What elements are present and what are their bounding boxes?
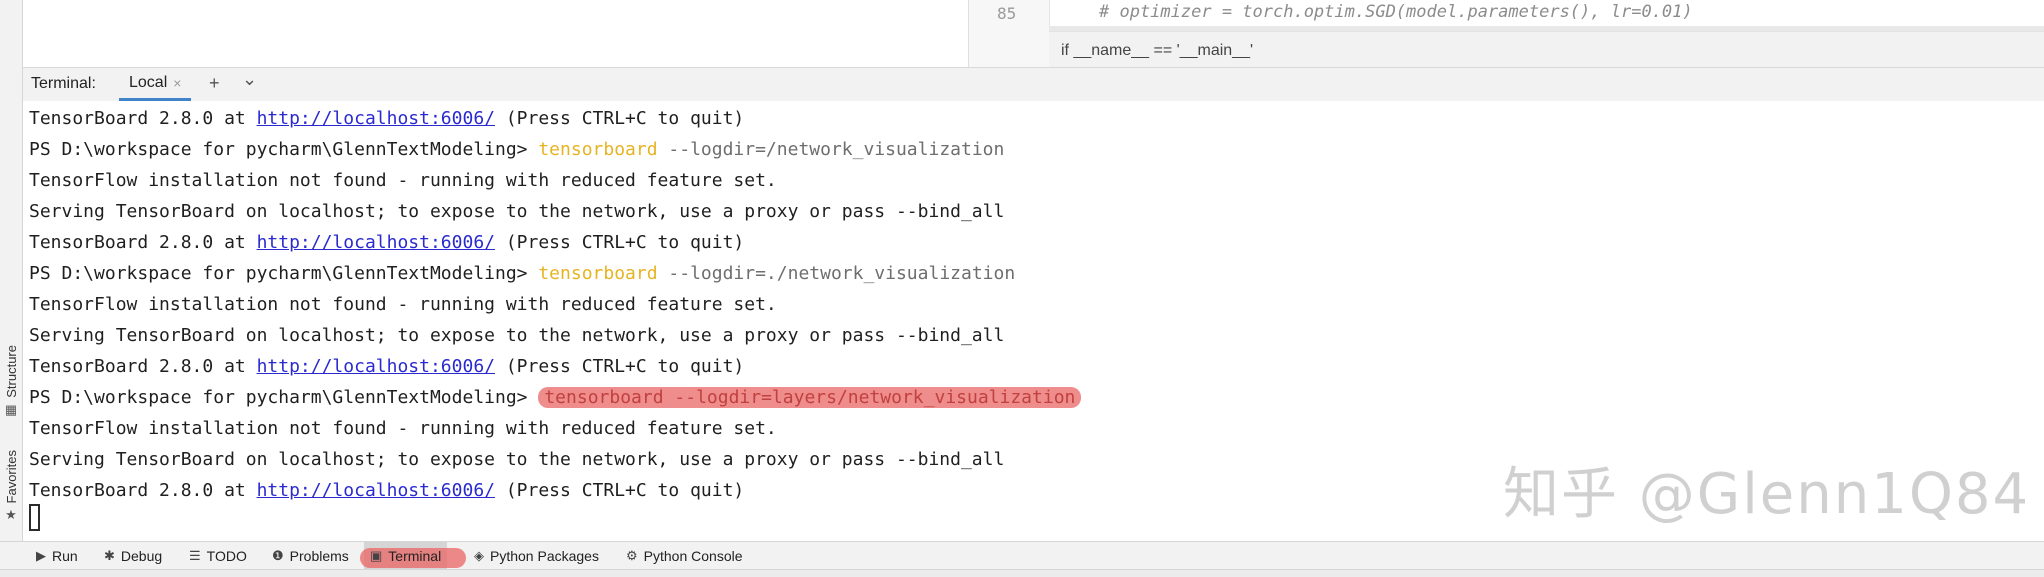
serve-suffix: (Press CTRL+C to quit): [495, 108, 745, 129]
add-tab-button[interactable]: +: [209, 73, 220, 94]
favorites-label: Favorites: [3, 450, 19, 504]
favorites-tab[interactable]: Favorites ★: [0, 450, 22, 523]
watermark: 知乎 @Glenn1Q84: [1503, 462, 2031, 527]
terminal-output[interactable]: TensorBoard 2.8.0 at http://localhost:60…: [23, 101, 2044, 541]
tab-local-label: Local: [129, 74, 168, 91]
breadcrumb[interactable]: if __name__ == '__main__': [1061, 42, 1253, 60]
localhost-link[interactable]: http://localhost:6006/: [257, 356, 495, 377]
todo-button[interactable]: ☰ TODO: [183, 542, 253, 570]
terminal-line: Serving TensorBoard on localhost; to exp…: [29, 196, 1004, 227]
serve-suffix: (Press CTRL+C to quit): [495, 232, 745, 253]
terminal-label: Terminal: [388, 548, 442, 564]
command-name: tensorboard: [538, 139, 658, 160]
serve-prefix: TensorBoard 2.8.0 at: [29, 108, 257, 129]
terminal-line: TensorBoard 2.8.0 at http://localhost:60…: [29, 351, 744, 382]
output-text: TensorFlow installation not found - runn…: [29, 294, 777, 315]
structure-tab[interactable]: Structure ▦: [0, 345, 22, 418]
run-label: Run: [52, 548, 78, 564]
command-name: tensorboard: [538, 263, 658, 284]
left-tool-strip: Structure ▦ Favorites ★: [0, 0, 23, 576]
serve-prefix: TensorBoard 2.8.0 at: [29, 232, 257, 253]
editor-right-pane[interactable]: 85 # optimizer = torch.optim.SGD(model.p…: [968, 0, 2044, 68]
serve-suffix: (Press CTRL+C to quit): [495, 480, 745, 501]
localhost-link[interactable]: http://localhost:6006/: [257, 108, 495, 129]
python-packages-button[interactable]: ◈ Python Packages: [468, 542, 605, 570]
terminal-line: TensorFlow installation not found - runn…: [29, 413, 777, 444]
terminal-header: Terminal: Local × + ⌄: [23, 67, 2044, 102]
python-console-button[interactable]: ⚙ Python Console: [620, 542, 749, 570]
command-args: --logdir=/network_visualization: [657, 139, 1005, 160]
highlighted-command: tensorboard --logdir=layers/network_visu…: [538, 387, 1082, 408]
breadcrumb-bar: if __name__ == '__main__': [1049, 31, 2044, 68]
chevron-down-icon[interactable]: ⌄: [242, 69, 257, 90]
command: tensorboard --logdir=/network_visualizat…: [538, 139, 1004, 160]
terminal-line: PS D:\workspace for pycharm\GlennTextMod…: [29, 382, 1082, 413]
terminal-line: TensorFlow installation not found - runn…: [29, 165, 777, 196]
terminal-cursor[interactable]: [29, 504, 40, 531]
command: tensorboard --logdir=./network_visualiza…: [538, 263, 1015, 284]
output-text: TensorFlow installation not found - runn…: [29, 418, 777, 439]
todo-label: TODO: [206, 548, 247, 564]
terminal-line: TensorBoard 2.8.0 at http://localhost:60…: [29, 103, 744, 134]
line-number: 85: [997, 4, 1017, 23]
structure-icon: ▦: [4, 401, 18, 417]
editor-left-pane: [23, 0, 967, 67]
problems-button[interactable]: ❶ Problems: [266, 542, 355, 570]
output-text: Serving TensorBoard on localhost; to exp…: [29, 449, 1005, 470]
structure-label: Structure: [3, 345, 19, 398]
layers-icon: ◈: [474, 548, 484, 563]
terminal-line: TensorBoard 2.8.0 at http://localhost:60…: [29, 475, 744, 506]
terminal-line: Serving TensorBoard on localhost; to exp…: [29, 444, 1004, 475]
python-console-label: Python Console: [643, 548, 743, 564]
command-args: --logdir=layers/network_visualization: [663, 387, 1076, 408]
list-icon: ☰: [189, 548, 201, 563]
editor-area: 85 # optimizer = torch.optim.SGD(model.p…: [23, 0, 2044, 68]
serve-prefix: TensorBoard 2.8.0 at: [29, 356, 257, 377]
play-icon: ▶: [36, 548, 46, 563]
localhost-link[interactable]: http://localhost:6006/: [257, 480, 495, 501]
python-packages-label: Python Packages: [490, 548, 599, 564]
command-name: tensorboard: [544, 387, 664, 408]
localhost-link[interactable]: http://localhost:6006/: [257, 232, 495, 253]
command-args: --logdir=./network_visualization: [657, 263, 1016, 284]
debug-label: Debug: [120, 548, 163, 564]
line-gutter: 85: [969, 0, 1050, 67]
terminal-line: TensorFlow installation not found - runn…: [29, 289, 777, 320]
terminal-line: TensorBoard 2.8.0 at http://localhost:60…: [29, 227, 744, 258]
tool-window-bar: ▶ Run ✱ Debug ☰ TODO ❶ Problems ▣ Termin…: [0, 541, 2044, 570]
code-line[interactable]: # optimizer = torch.optim.SGD(model.para…: [1099, 2, 1693, 22]
terminal-button[interactable]: ▣ Terminal: [360, 542, 466, 570]
python-icon: ⚙: [626, 548, 638, 563]
tab-local[interactable]: Local ×: [119, 68, 192, 101]
terminal-line: Serving TensorBoard on localhost; to exp…: [29, 320, 1004, 351]
bug-icon: ✱: [104, 548, 115, 563]
debug-button[interactable]: ✱ Debug: [98, 542, 168, 570]
terminal-line: PS D:\workspace for pycharm\GlennTextMod…: [29, 134, 1004, 165]
output-text: Serving TensorBoard on localhost; to exp…: [29, 201, 1005, 222]
star-icon: ★: [5, 507, 17, 523]
problems-label: Problems: [289, 548, 349, 564]
shell-prompt: PS D:\workspace for pycharm\GlennTextMod…: [29, 387, 539, 408]
output-text: Serving TensorBoard on localhost; to exp…: [29, 325, 1005, 346]
run-button[interactable]: ▶ Run: [30, 542, 84, 570]
terminal-title: Terminal:: [31, 75, 96, 92]
close-icon[interactable]: ×: [173, 75, 181, 91]
output-text: TensorFlow installation not found - runn…: [29, 170, 777, 191]
shell-prompt: PS D:\workspace for pycharm\GlennTextMod…: [29, 139, 539, 160]
info-icon: ❶: [272, 548, 284, 563]
terminal-icon: ▣: [370, 548, 383, 563]
serve-prefix: TensorBoard 2.8.0 at: [29, 480, 257, 501]
serve-suffix: (Press CTRL+C to quit): [495, 356, 745, 377]
terminal-line: PS D:\workspace for pycharm\GlennTextMod…: [29, 258, 1015, 289]
shell-prompt: PS D:\workspace for pycharm\GlennTextMod…: [29, 263, 539, 284]
